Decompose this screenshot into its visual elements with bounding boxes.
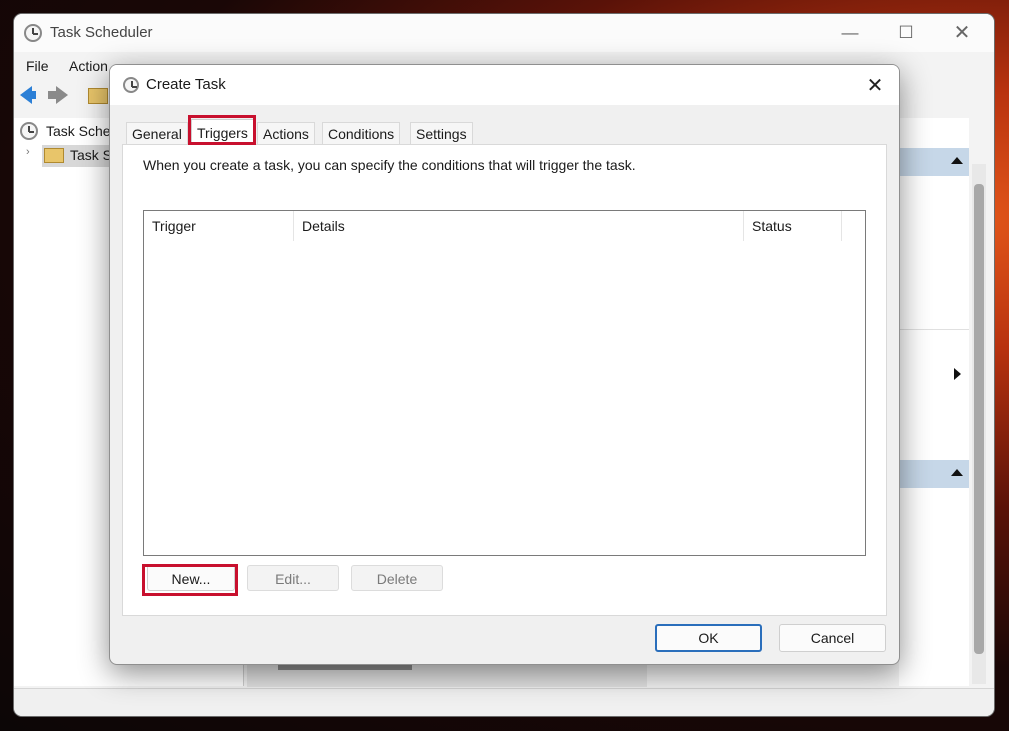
status-bar — [14, 688, 994, 716]
tree-child-label[interactable]: Task Scheduler Library — [70, 147, 110, 163]
collapse-up-icon-2[interactable] — [951, 469, 963, 476]
tree-root-label[interactable]: Task Scheduler (Local) — [46, 123, 110, 139]
back-arrow-shaft — [28, 91, 36, 99]
create-task-dialog: Create Task ✕ General Triggers Actions C… — [109, 64, 900, 665]
triggers-table[interactable]: Trigger Details Status — [143, 210, 866, 556]
new-button-highlight — [142, 564, 238, 596]
dialog-clock-icon — [123, 77, 139, 93]
edit-trigger-button[interactable]: Edit... — [247, 565, 339, 591]
scrollbar-thumb[interactable] — [974, 184, 984, 654]
close-icon[interactable]: ✕ — [934, 14, 990, 52]
actions-section-header[interactable] — [899, 148, 969, 176]
library-folder-icon — [44, 148, 64, 163]
tab-conditions[interactable]: Conditions — [322, 122, 401, 145]
menu-action[interactable]: Action — [69, 58, 108, 74]
minimize-icon[interactable]: — — [822, 14, 878, 52]
tab-actions[interactable]: Actions — [257, 122, 315, 145]
folder-icon[interactable] — [88, 88, 108, 104]
collapse-up-icon[interactable] — [951, 157, 963, 164]
column-header-status[interactable]: Status — [744, 211, 842, 241]
task-scheduler-titlebar: Task Scheduler — ☐ ✕ — [14, 14, 994, 52]
delete-trigger-button[interactable]: Delete — [351, 565, 443, 591]
tab-settings[interactable]: Settings — [410, 122, 473, 145]
chevron-right-icon[interactable]: › — [26, 146, 30, 158]
triggers-description: When you create a task, you can specify … — [143, 157, 636, 173]
actions-pane — [899, 118, 969, 686]
cancel-button[interactable]: Cancel — [779, 624, 886, 652]
forward-arrow-icon[interactable] — [56, 86, 68, 104]
menu-file[interactable]: File — [26, 58, 49, 74]
triggers-tab-highlight — [188, 115, 256, 145]
tab-general[interactable]: General — [126, 122, 188, 145]
task-scheduler-clock-icon — [24, 24, 42, 42]
column-header-details[interactable]: Details — [294, 211, 744, 241]
dialog-close-icon[interactable]: ✕ — [858, 71, 892, 101]
dialog-title: Create Task — [146, 76, 226, 93]
column-header-trigger[interactable]: Trigger — [144, 211, 294, 241]
ok-button[interactable]: OK — [655, 624, 762, 652]
forward-arrow-shaft — [48, 91, 56, 99]
actions-section-header-2[interactable] — [899, 460, 969, 488]
expand-right-icon[interactable] — [954, 368, 961, 380]
tree-root-clock-icon — [20, 122, 38, 140]
pane-divider — [899, 329, 969, 330]
dialog-titlebar: Create Task ✕ — [110, 65, 899, 105]
window-title: Task Scheduler — [50, 24, 153, 41]
maximize-icon[interactable]: ☐ — [878, 14, 934, 52]
